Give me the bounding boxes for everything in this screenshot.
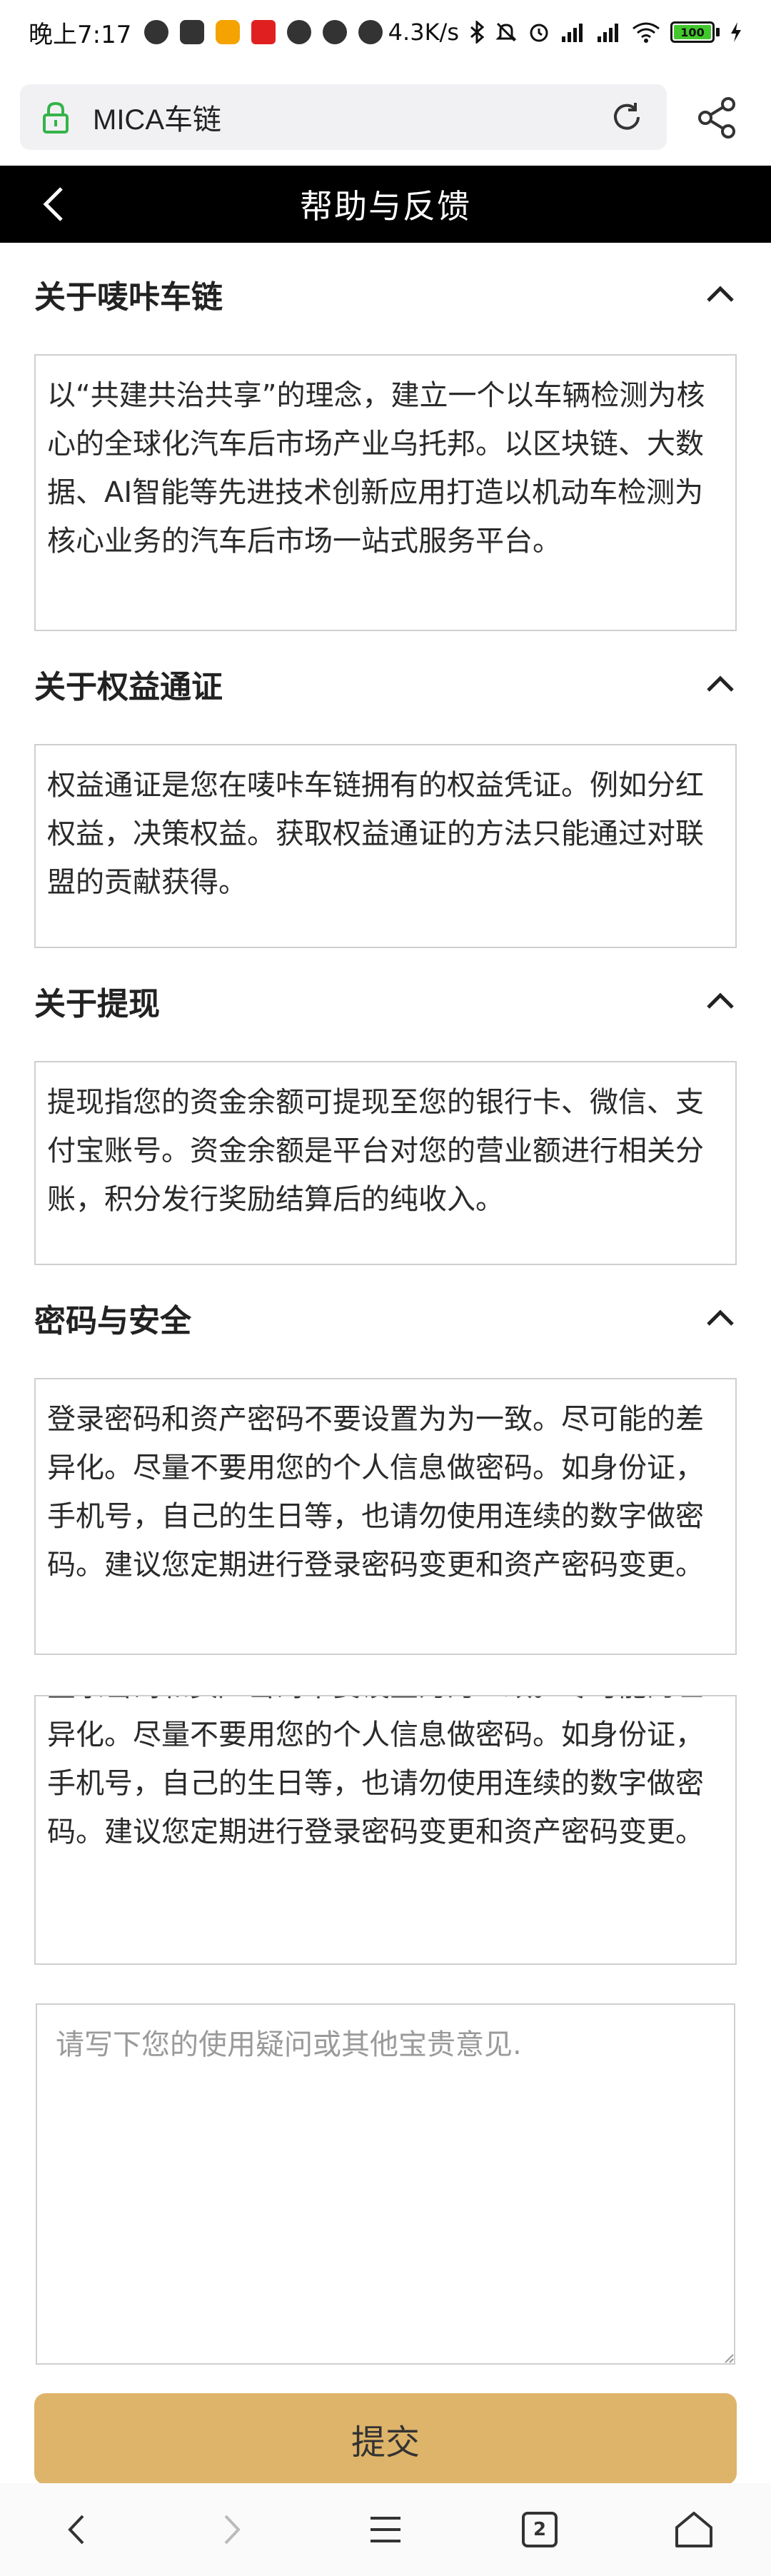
- section-header-withdrawal[interactable]: 关于提现: [0, 965, 771, 1037]
- page-title: 帮助与反馈: [300, 187, 471, 226]
- notification-icons: [144, 20, 383, 44]
- nav-tabs-button[interactable]: 2: [497, 2487, 583, 2572]
- section-title: 关于权益通证: [34, 669, 223, 705]
- wifi-icon: [633, 22, 660, 43]
- section-content: 登录密码和资产密码不要设置为为一致。尽可能的差异化。尽量不要用您的个人信息做密码…: [34, 1378, 737, 1655]
- section-header-password-security[interactable]: 密码与安全: [0, 1282, 771, 1354]
- share-icon[interactable]: [695, 96, 740, 140]
- nav-home-button[interactable]: [651, 2487, 737, 2572]
- section-title: 密码与安全: [34, 1303, 191, 1339]
- status-bar: 晚上7:17 4.3K/s 100: [0, 0, 771, 64]
- shop-app-icon: [251, 20, 276, 44]
- nav-menu-button[interactable]: [343, 2487, 428, 2572]
- back-arrow-icon[interactable]: [34, 183, 77, 226]
- charging-icon: [731, 22, 741, 42]
- section-title: 关于唛咔车链: [34, 279, 223, 316]
- smile-app-icon: [216, 20, 241, 44]
- battery-level: 100: [674, 25, 711, 39]
- chevron-up-icon[interactable]: [704, 278, 737, 311]
- page-header: 帮助与反馈: [0, 166, 771, 243]
- section-content: 以“共建共治共享”的理念，建立一个以车辆检测为核心的全球化汽车后市场产业乌托邦。…: [34, 354, 737, 631]
- reload-icon[interactable]: [608, 99, 645, 136]
- network-speed: 4.3K/s: [388, 19, 459, 46]
- blocked-icon: [323, 20, 348, 44]
- status-time: 晚上7:17: [29, 20, 132, 49]
- bluetooth-icon: [470, 21, 485, 44]
- weibo-icon: [144, 20, 169, 44]
- signal-icon-1: [562, 24, 583, 42]
- submit-button[interactable]: 提交: [34, 2393, 737, 2485]
- section-title: 关于提现: [34, 986, 160, 1022]
- menu-icon: [371, 2517, 400, 2542]
- nav-forward-button[interactable]: [188, 2487, 274, 2572]
- feedback-textarea[interactable]: [36, 2003, 735, 2365]
- chevron-up-icon[interactable]: [704, 985, 737, 1017]
- app-notification-icon: [180, 20, 205, 44]
- scrolled-text: 登录密码和资产密码不要设置为为一致。尽可能的差异化。尽量不要用您的个人信息做密码…: [47, 1696, 704, 1848]
- chevron-right-icon: [224, 2515, 241, 2545]
- section-header-about-mica[interactable]: 关于唛咔车链: [0, 258, 771, 330]
- section-content: 提现指您的资金余额可提现至您的银行卡、微信、支付宝账号。资金余额是平台对您的营业…: [34, 1061, 737, 1265]
- battery-icon: 100: [670, 21, 720, 43]
- data-saver-icon: [358, 20, 383, 44]
- vpn-icon: [287, 20, 312, 44]
- chevron-up-icon[interactable]: [704, 1302, 737, 1334]
- resize-grip-icon[interactable]: [722, 2352, 734, 2363]
- signal-icon-2: [598, 24, 618, 42]
- section-content: 权益通证是您在唛咔车链拥有的权益凭证。例如分红权益，决策权益。获取权益通证的方法…: [34, 744, 737, 948]
- alarm-icon: [530, 24, 548, 42]
- nav-back-button[interactable]: [34, 2487, 120, 2572]
- chevron-left-icon: [68, 2515, 84, 2545]
- section-header-equity-token[interactable]: 关于权益通证: [0, 648, 771, 720]
- mute-icon: [495, 22, 517, 42]
- url-text: MICA车链: [93, 104, 221, 136]
- scrolled-content-box: 登录密码和资产密码不要设置为为一致。尽可能的差异化。尽量不要用您的个人信息做密码…: [34, 1695, 737, 1965]
- home-icon: [675, 2512, 712, 2547]
- chevron-up-icon[interactable]: [704, 668, 737, 700]
- browser-address-bar: MICA车链: [0, 69, 771, 166]
- tab-count-icon: 2: [522, 2512, 558, 2547]
- url-box[interactable]: MICA车链: [20, 84, 667, 150]
- browser-bottom-nav: 2: [0, 2483, 771, 2576]
- lock-icon: [43, 101, 69, 134]
